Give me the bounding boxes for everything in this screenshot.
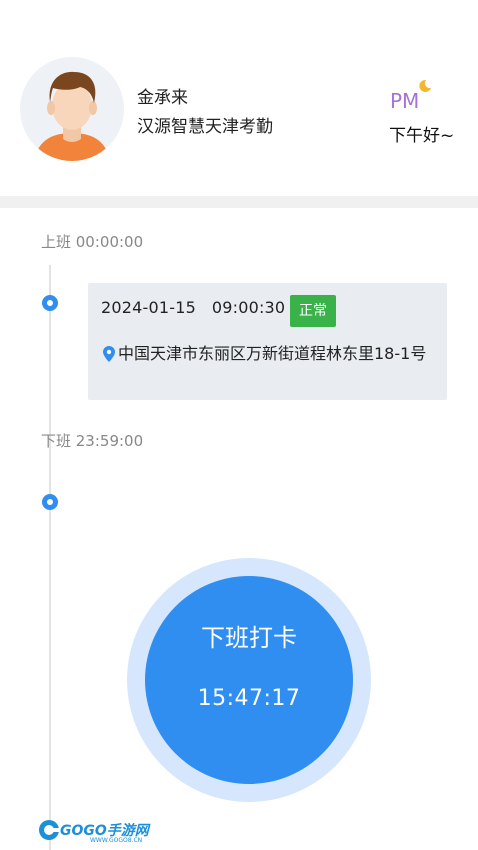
current-time: 15:47:17: [197, 686, 301, 711]
avatar[interactable]: [20, 57, 124, 161]
on-duty-record-card: 2024-01-15 09:00:30 正常 中国天津市东丽区万新街道程林东里1…: [88, 283, 447, 400]
watermark-subtext: WWW.GOGO8.CN: [90, 837, 143, 844]
off-duty-label: 下班 23:59:00: [41, 432, 144, 450]
section-divider: [0, 196, 478, 208]
record-address: 中国天津市东丽区万新街道程林东里18-1号: [118, 344, 427, 363]
greeting-text: 下午好~: [389, 126, 455, 146]
on-duty-label: 上班 00:00:00: [41, 233, 144, 251]
pm-moon-icon: PM: [390, 79, 431, 112]
profile-header: 金承来 汉源智慧天津考勤 PM 下午好~: [0, 0, 478, 196]
status-badge: 正常: [290, 295, 336, 327]
watermark-logo-icon: [39, 820, 60, 840]
timeline-dot-on-duty: [42, 295, 58, 311]
pm-text: PM: [390, 89, 419, 112]
timeline-line: [49, 265, 51, 850]
clock-out-label: 下班打卡: [201, 624, 297, 652]
user-name: 金承来: [137, 88, 188, 108]
record-time: 2024-01-15 09:00:30: [101, 298, 286, 317]
organization-name: 汉源智慧天津考勤: [137, 117, 273, 137]
clock-out-button[interactable]: 下班打卡 15:47:17: [145, 576, 353, 784]
timeline-dot-off-duty: [42, 494, 58, 510]
